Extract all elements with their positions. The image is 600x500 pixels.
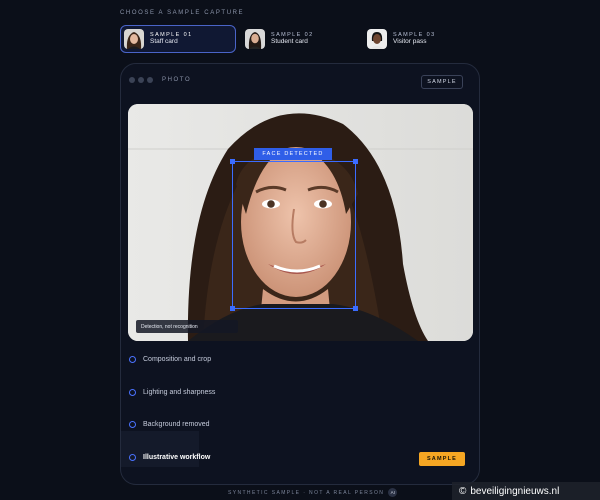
step-background[interactable]: Background removed	[129, 416, 473, 432]
photo-panel: PHOTO SAMPLE FACE DETECTED Detection, no…	[120, 63, 480, 485]
step-label: Illustrative workflow	[143, 453, 211, 461]
copyright-icon: ©	[459, 485, 467, 497]
avatar	[367, 29, 387, 49]
sample-card-03[interactable]: SAMPLE 03 Visitor pass	[364, 25, 480, 53]
corner-handle	[230, 306, 235, 311]
photo-caption: Detection, not recognition	[136, 320, 238, 333]
step-composition[interactable]: Composition and crop	[129, 351, 473, 367]
face-detected-label: FACE DETECTED	[254, 148, 332, 160]
corner-handle	[353, 306, 358, 311]
ai-badge-icon: AI	[388, 488, 398, 497]
step-label: Composition and crop	[143, 355, 212, 363]
circle-outline-icon	[129, 453, 136, 461]
circle-outline-icon	[129, 388, 136, 396]
window-dot-icon	[129, 77, 135, 83]
step-label: Background removed	[143, 420, 210, 428]
window-dot-icon	[147, 77, 153, 83]
footer-disclaimer: SYNTHETIC SAMPLE · NOT A REAL PERSON AI	[228, 488, 398, 497]
sample-name: Student card	[271, 38, 308, 46]
sample-selector: SAMPLE 01 Staff card SAMPLE 02 Student c…	[120, 25, 480, 53]
section-title: CHOOSE A SAMPLE CAPTURE	[120, 10, 245, 16]
sample-badge: SAMPLE	[421, 75, 463, 89]
sample-card-01[interactable]: SAMPLE 01 Staff card	[120, 25, 236, 53]
face-bounding-box	[230, 159, 358, 311]
avatar	[245, 29, 265, 49]
circle-outline-icon	[129, 355, 136, 363]
corner-handle	[230, 159, 235, 164]
footer-text: SYNTHETIC SAMPLE · NOT A REAL PERSON	[228, 489, 385, 496]
avatar	[124, 29, 144, 49]
window-dot-icon	[138, 77, 144, 83]
watermark-text: beveiligingnieuws.nl	[470, 485, 560, 497]
portrait-photo: FACE DETECTED Detection, not recognition	[128, 104, 473, 341]
panel-header: PHOTO	[129, 77, 191, 83]
step-label: Lighting and sharpness	[143, 388, 216, 396]
sample-name: Staff card	[150, 38, 178, 46]
sample-name: Visitor pass	[393, 38, 427, 46]
sample-button[interactable]: SAMPLE	[419, 452, 465, 466]
circle-outline-icon	[129, 420, 136, 428]
step-illustrative[interactable]: Illustrative workflow SAMPLE	[129, 449, 473, 466]
sample-card-02[interactable]: SAMPLE 02 Student card	[242, 25, 358, 53]
watermark: © beveiligingnieuws.nl	[452, 482, 600, 500]
panel-label: PHOTO	[162, 77, 192, 83]
step-lighting[interactable]: Lighting and sharpness	[129, 384, 473, 400]
corner-handle	[353, 159, 358, 164]
